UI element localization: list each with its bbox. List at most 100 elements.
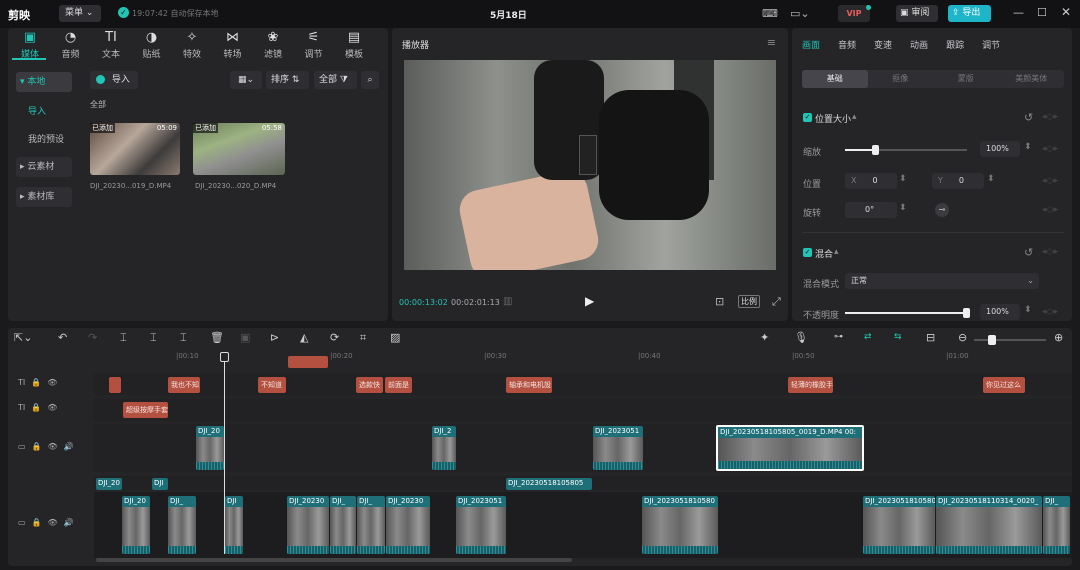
scale-stepper-icon[interactable]: ⬍ <box>1024 142 1032 152</box>
blend-checkbox[interactable]: ✓ <box>803 248 812 257</box>
microphone-icon[interactable]: 🎙 <box>794 331 808 344</box>
main-clip[interactable]: DJI_ <box>330 496 356 554</box>
sidebar-item-local[interactable]: ▾ 本地 <box>16 72 72 92</box>
export-button[interactable]: ⇪ 导出 <box>948 5 991 22</box>
scale-slider-knob[interactable] <box>871 145 879 155</box>
tab-picture[interactable]: 画面 <box>802 38 820 51</box>
keyframe-icon[interactable]: ◂◇▸ <box>1042 205 1058 215</box>
subtab-beauty[interactable]: 美颜美体 <box>999 70 1065 88</box>
split-right-icon[interactable]: ⌶ <box>180 331 187 345</box>
text-clip[interactable]: 超级按摩手套 <box>123 402 168 418</box>
tab-adjust[interactable]: 调节 <box>982 38 1000 51</box>
zoom-slider[interactable] <box>974 335 1046 345</box>
tab-media-4[interactable]: ✧ 特效 <box>172 31 212 61</box>
delete-icon[interactable]: 🗑 <box>210 331 224 344</box>
main-clip[interactable]: DJI_20230518110314_0020_ <box>936 496 1042 554</box>
tab-media-1[interactable]: ◔ 音频 <box>51 31 91 61</box>
eye-icon[interactable]: 👁 <box>48 442 58 451</box>
volume-icon[interactable]: 🔊 <box>64 518 74 527</box>
main-clip[interactable]: DJI <box>225 496 243 554</box>
text-clip[interactable] <box>288 356 328 368</box>
collapse-icon[interactable]: ▴ <box>852 112 857 122</box>
main-clip[interactable]: DJI_2023051 <box>456 496 506 554</box>
rotate-icon[interactable]: ⟳ <box>330 331 339 344</box>
text-clip[interactable]: 前面是 <box>385 377 412 393</box>
keyframe-icon[interactable]: ◂◇▸ <box>1042 247 1058 257</box>
timeline-scrollbar[interactable] <box>96 558 572 562</box>
video-clip-selected[interactable]: DJI_20230518105805_0019_D.MP4 00: <box>716 425 864 471</box>
play-icon[interactable]: ▶ <box>585 294 594 308</box>
fit-icon[interactable]: ⊡ <box>715 295 724 308</box>
media-item-2[interactable]: 已添加 05:58 <box>193 123 285 175</box>
opacity-slider[interactable] <box>845 308 970 318</box>
main-clip[interactable]: DJI_20 <box>122 496 150 554</box>
position-x-field[interactable]: X0 <box>845 173 897 189</box>
media-item-1[interactable]: 已添加 05:09 <box>90 123 180 175</box>
keyframe-icon[interactable]: ◂◇▸ <box>1042 176 1058 186</box>
tab-media-8[interactable]: ▤ 模板 <box>334 31 374 61</box>
opacity-value-field[interactable]: 100% <box>980 304 1020 320</box>
mirror-icon[interactable]: ◭ <box>300 331 308 344</box>
eye-icon[interactable]: 👁 <box>48 518 58 527</box>
playhead[interactable] <box>224 352 225 554</box>
volume-icon[interactable]: 🔊 <box>64 442 74 451</box>
text-clip[interactable] <box>109 377 121 393</box>
snap-icon[interactable]: ⇄ <box>864 332 872 342</box>
undo-icon[interactable]: ↶ <box>58 331 67 344</box>
sidebar-item-presets[interactable]: 我的预设 <box>28 132 64 145</box>
keyframe-icon[interactable]: ◂◇▸ <box>1042 144 1058 154</box>
layout-icon[interactable]: ▭⌄ <box>790 7 810 20</box>
tab-media-5[interactable]: ⋈ 转场 <box>213 31 253 61</box>
tab-audio[interactable]: 音频 <box>838 38 856 51</box>
text-clip[interactable]: 轻薄的橡胶手 <box>788 377 833 393</box>
tab-media-7[interactable]: ⚟ 调节 <box>294 31 334 61</box>
redo-icon[interactable]: ↷ <box>88 331 97 344</box>
lock-icon[interactable]: 🔒 <box>32 442 42 451</box>
timeline-grid-icon[interactable]: ▥ <box>503 296 512 307</box>
video-clip[interactable]: DJI <box>152 478 168 490</box>
player-viewport[interactable] <box>404 60 776 270</box>
text-clip[interactable]: 选款快 <box>356 377 383 393</box>
tab-speed[interactable]: 变速 <box>874 38 892 51</box>
main-clip[interactable]: DJI_2023051810580 <box>863 496 935 554</box>
tab-media-0[interactable]: ▣ 媒体 <box>10 31 50 61</box>
filter-button[interactable]: 全部 ⧩ <box>314 71 357 89</box>
sidebar-item-import[interactable]: 导入 <box>28 104 46 117</box>
import-button[interactable]: 导入 <box>90 71 138 89</box>
text-clip[interactable]: 不知道 <box>258 377 286 393</box>
zoom-knob[interactable] <box>988 335 996 345</box>
select-tool-icon[interactable]: ⇱⌄ <box>14 331 32 344</box>
main-clip[interactable]: DJI_ <box>357 496 385 554</box>
lock-icon[interactable]: 🔒 <box>31 403 41 412</box>
main-clip[interactable]: DJI_20230 <box>386 496 430 554</box>
scale-slider[interactable] <box>845 145 967 155</box>
crop-icon[interactable]: ⌗ <box>360 331 366 345</box>
split-view-icon[interactable]: ⊟ <box>926 331 935 344</box>
eye-icon[interactable]: 👁 <box>47 403 57 412</box>
ai-magic-icon[interactable]: ✦ <box>760 331 769 344</box>
ratio-button[interactable]: 比例 <box>738 295 760 308</box>
main-clip[interactable]: DJI_ <box>1043 496 1070 554</box>
review-button[interactable]: ▣ 审阅 <box>896 5 938 22</box>
video-clip[interactable]: DJI_2 <box>432 426 456 470</box>
opacity-stepper-icon[interactable]: ⬍ <box>1024 305 1032 315</box>
video-clip[interactable]: DJI_20 <box>196 426 224 470</box>
keyboard-icon[interactable]: ⌨ <box>762 7 778 20</box>
position-y-field[interactable]: Y0 <box>932 173 984 189</box>
text-clip[interactable]: 我也不知 <box>168 377 200 393</box>
menu-button[interactable]: 菜单 ⌄ <box>59 5 101 22</box>
search-button[interactable]: ⌕ <box>361 71 379 89</box>
eye-icon[interactable]: 👁 <box>47 378 57 387</box>
sidebar-item-cloud[interactable]: ▸ 云素材 <box>16 157 72 177</box>
reset-icon[interactable]: ↺ <box>1024 246 1033 259</box>
blend-mode-select[interactable]: 正常 ⌄ <box>845 273 1039 289</box>
player-menu-icon[interactable]: ≡ <box>767 36 776 49</box>
subtab-mask[interactable]: 蒙版 <box>933 70 999 88</box>
tab-media-3[interactable]: ◑ 贴纸 <box>132 31 172 61</box>
preview-axis-icon[interactable]: ⇆ <box>894 332 902 342</box>
freeze-icon[interactable]: ▣ <box>240 331 250 344</box>
tab-media-6[interactable]: ❀ 滤镜 <box>253 31 293 61</box>
playhead-handle[interactable] <box>220 352 229 362</box>
reset-icon[interactable]: ↺ <box>1024 111 1033 124</box>
tab-media-2[interactable]: TI 文本 <box>91 31 131 61</box>
